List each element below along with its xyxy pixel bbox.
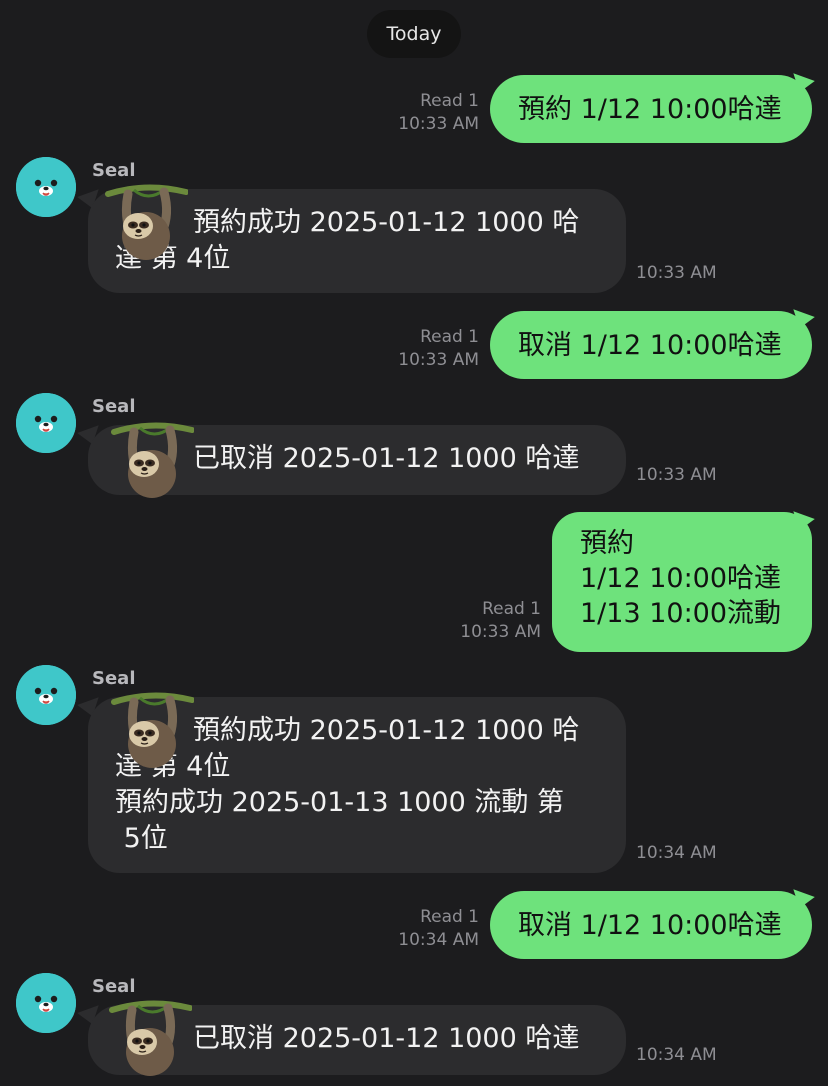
read-status: Read 1 [420, 91, 479, 111]
read-receipt: Read 1 10:34 AM [398, 906, 479, 952]
sender-name: Seal [92, 668, 136, 689]
seal-avatar-icon[interactable] [16, 393, 76, 453]
sender-name: Seal [92, 160, 136, 181]
message-time: 10:33 AM [398, 114, 479, 134]
seal-avatar-icon[interactable] [16, 665, 76, 725]
outgoing-message-bubble[interactable]: 取消 1/12 10:00哈達 [490, 891, 812, 959]
sloth-sticker [104, 180, 188, 264]
message-time: 10:34 AM [636, 1045, 717, 1065]
message-line: 5位 [115, 823, 168, 854]
message-line: 預約成功 2025-01-13 1000 流動 第 [115, 787, 564, 818]
message-time: 10:34 AM [398, 930, 479, 950]
sender-name: Seal [92, 976, 136, 997]
read-receipt: Read 1 10:33 AM [398, 90, 479, 136]
seal-avatar-icon[interactable] [16, 157, 76, 217]
sloth-sticker [110, 418, 194, 502]
message-time: 10:33 AM [398, 350, 479, 370]
message-time: 10:33 AM [636, 263, 717, 283]
outgoing-message-bubble[interactable]: 預約 1/12 10:00哈達 [490, 75, 812, 143]
outgoing-message-bubble[interactable]: 取消 1/12 10:00哈達 [490, 311, 812, 379]
read-receipt: Read 1 10:33 AM [398, 326, 479, 372]
read-status: Read 1 [482, 599, 541, 619]
sloth-sticker [110, 688, 194, 772]
message-line: 達 第 4位 [115, 243, 231, 274]
read-status: Read 1 [420, 327, 479, 347]
seal-avatar-icon[interactable] [16, 973, 76, 1033]
sender-name: Seal [92, 396, 136, 417]
date-separator: Today [367, 10, 461, 58]
outgoing-message-bubble[interactable]: 預約 1/12 10:00哈達 1/13 10:00流動 [552, 512, 812, 652]
read-status: Read 1 [420, 907, 479, 927]
sloth-sticker [108, 996, 192, 1080]
message-time: 10:34 AM [636, 843, 717, 863]
message-line: 預約成功 2025-01-12 1000 哈 [193, 207, 580, 238]
message-time: 10:33 AM [636, 465, 717, 485]
message-time: 10:33 AM [460, 622, 541, 642]
read-receipt: Read 1 10:33 AM [460, 598, 541, 644]
